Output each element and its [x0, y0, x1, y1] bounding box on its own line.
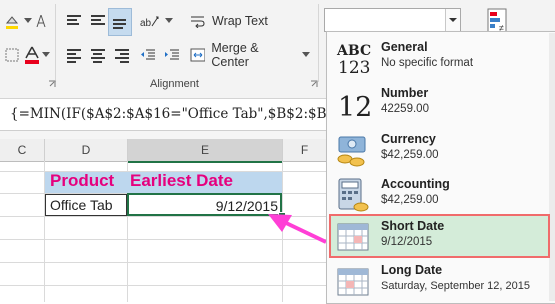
align-left-icon[interactable]: [64, 44, 84, 66]
wrap-text-label: Wrap Text: [212, 14, 268, 28]
font-color-button[interactable]: [22, 44, 52, 66]
number-format-combobox[interactable]: [324, 8, 461, 32]
border-icon[interactable]: [2, 44, 22, 66]
decrease-indent-icon[interactable]: [138, 44, 158, 66]
orientation-dropdown-icon[interactable]: [163, 10, 175, 32]
merge-center-icon: [190, 48, 206, 62]
font-color-top-icon[interactable]: [34, 10, 48, 32]
earliest-date-value-cell[interactable]: 9/12/2015: [130, 195, 278, 217]
format-item-number[interactable]: 12 Number 42259.00: [329, 82, 550, 126]
column-header-e[interactable]: E: [128, 139, 283, 163]
fill-color-icon[interactable]: [2, 10, 22, 32]
calendar-icon: [335, 263, 371, 299]
format-item-accounting[interactable]: Accounting $42,259.00: [329, 173, 550, 217]
align-center-icon[interactable]: [88, 44, 108, 66]
column-header-d[interactable]: D: [45, 139, 128, 162]
format-item-general[interactable]: ABC 123 General No specific format: [329, 36, 550, 80]
merge-center-label: Merge & Center: [211, 41, 259, 69]
format-item-currency[interactable]: Currency $42,259.00: [329, 128, 550, 172]
currency-icon: [335, 132, 371, 168]
svg-text:ab: ab: [140, 18, 152, 29]
column-header-f[interactable]: F: [283, 139, 327, 162]
earliest-date-header-cell[interactable]: Earliest Date: [130, 170, 233, 192]
calendar-icon: [335, 218, 371, 254]
format-item-long-date[interactable]: Long Date Saturday, September 12, 2015: [329, 259, 550, 303]
office-tab-cell[interactable]: Office Tab: [50, 194, 113, 216]
align-right-icon[interactable]: [112, 44, 132, 66]
grid-gap: [0, 131, 326, 139]
wrap-text-button[interactable]: Wrap Text: [190, 10, 280, 32]
abc-123-icon: ABC 123: [335, 40, 371, 78]
formula-text[interactable]: {=MIN(IF($A$2:$A$16="Office Tab",$B$2:$B…: [10, 106, 344, 122]
increase-indent-icon[interactable]: [162, 44, 182, 66]
bottom-align-button[interactable]: [108, 8, 132, 36]
chevron-down-icon: [449, 18, 457, 22]
number-format-menu: ABC 123 General No specific format 12 Num…: [326, 31, 555, 304]
accounting-icon: [335, 177, 371, 213]
alignment-group-label: Alignment: [150, 78, 199, 90]
alignment-dialog-launcher-icon[interactable]: [310, 80, 318, 88]
svg-text:ABC: ABC: [336, 43, 371, 59]
annotation-arrow: [268, 214, 327, 244]
middle-align-icon[interactable]: [88, 10, 108, 32]
orientation-icon[interactable]: ab: [136, 10, 162, 32]
svg-text:123: 123: [338, 58, 370, 76]
merge-center-button[interactable]: Merge & Center: [190, 41, 310, 69]
top-align-icon[interactable]: [64, 10, 84, 32]
wrap-text-icon: [191, 16, 205, 28]
font-color-icon: [25, 46, 39, 64]
svg-text:12: 12: [338, 92, 371, 122]
format-item-short-date[interactable]: Short Date 9/12/2015: [329, 214, 550, 258]
dropdown-arrow-icon[interactable]: [22, 10, 34, 32]
column-header-c[interactable]: C: [0, 139, 45, 162]
number-12-icon: 12: [335, 86, 372, 123]
number-format-dropdown-button[interactable]: [445, 9, 460, 31]
product-header-cell[interactable]: Product: [50, 170, 114, 192]
font-dialog-launcher-icon[interactable]: [48, 80, 56, 88]
